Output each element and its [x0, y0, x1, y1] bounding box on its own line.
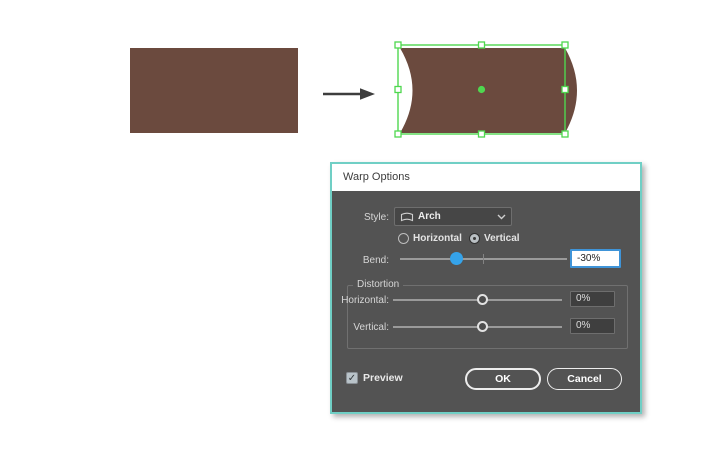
slider-center-tick	[483, 254, 484, 264]
dialog-title: Warp Options	[343, 171, 410, 183]
preview-checkbox[interactable]: ✓	[346, 372, 358, 384]
artboard: Warp Options Style: Arch Horizontal	[0, 0, 705, 473]
bend-slider-handle[interactable]	[450, 252, 463, 265]
horizontal-radio[interactable]: Horizontal	[398, 232, 462, 245]
chevron-down-icon	[497, 214, 506, 220]
distortion-vertical-input[interactable]: 0%	[570, 318, 615, 334]
warp-options-dialog: Warp Options Style: Arch Horizontal	[330, 162, 642, 414]
vertical-radio[interactable]: Vertical	[469, 232, 520, 245]
warped-shape-selected[interactable]	[390, 38, 590, 142]
horizontal-radio-label: Horizontal	[413, 233, 462, 244]
dialog-body: Style: Arch Horizontal Vertical Bend	[332, 191, 640, 412]
distortion-horizontal-input[interactable]: 0%	[570, 291, 615, 307]
radio-circle-icon[interactable]	[469, 233, 480, 244]
distortion-vertical-slider[interactable]	[393, 318, 562, 336]
distortion-group: Distortion Horizontal: 0% Vertical: 0%	[347, 285, 628, 349]
style-label: Style:	[332, 211, 389, 224]
bend-label: Bend:	[332, 254, 389, 267]
style-value: Arch	[418, 211, 497, 222]
distortion-vertical-label: Vertical:	[333, 321, 389, 334]
ok-button[interactable]: OK	[465, 368, 541, 390]
bend-value-input[interactable]: -30%	[570, 249, 621, 268]
preview-checkbox-label: Preview	[363, 372, 403, 384]
distortion-horizontal-slider[interactable]	[393, 291, 562, 309]
transform-arrow-icon	[320, 85, 378, 103]
radio-circle-icon[interactable]	[398, 233, 409, 244]
distortion-legend: Distortion	[353, 279, 403, 290]
distortion-vertical-handle[interactable]	[477, 321, 488, 332]
bend-slider[interactable]	[400, 250, 567, 268]
warped-shape-path[interactable]	[400, 48, 577, 133]
center-point[interactable]	[478, 86, 485, 93]
arch-icon	[400, 211, 414, 222]
style-dropdown[interactable]: Arch	[394, 207, 512, 226]
dialog-title-bar[interactable]: Warp Options	[332, 164, 640, 191]
check-icon: ✓	[348, 373, 356, 384]
distortion-horizontal-handle[interactable]	[477, 294, 488, 305]
distortion-horizontal-label: Horizontal:	[333, 294, 389, 307]
vertical-radio-label: Vertical	[484, 233, 520, 244]
original-rectangle-shape[interactable]	[130, 48, 298, 133]
cancel-button[interactable]: Cancel	[547, 368, 622, 390]
